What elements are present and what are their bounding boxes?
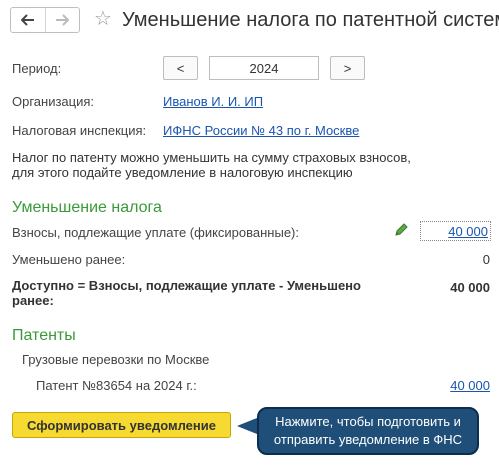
available-value: 40 000: [450, 280, 490, 295]
period-year-field[interactable]: 2024: [209, 56, 319, 80]
forward-button[interactable]: [44, 8, 80, 32]
reduced-label: Уменьшено ранее:: [12, 252, 126, 267]
star-icon[interactable]: ☆: [94, 6, 112, 32]
back-button[interactable]: [11, 8, 45, 32]
tax-office-link[interactable]: ИФНС России № 43 по г. Москве: [163, 123, 359, 138]
patent-group-label: Грузовые перевозки по Москве: [22, 352, 210, 367]
history-nav: [10, 7, 80, 33]
page-title: Уменьшение налога по патентной системе: [122, 9, 499, 31]
available-label-line-2: ранее:: [12, 293, 54, 308]
tooltip-line-2: отправить уведомление в ФНС: [273, 432, 463, 447]
reduced-value: 0: [482, 252, 490, 267]
create-notification-button[interactable]: Сформировать уведомление: [12, 412, 231, 438]
organization-label: Организация:: [12, 94, 95, 109]
patent-item-value[interactable]: 40 000: [450, 378, 490, 393]
arrow-right-icon: [56, 14, 70, 26]
tooltip-arrow: [237, 418, 257, 434]
arrow-left-icon: [20, 14, 34, 26]
hint-tooltip: Нажмите, чтобы подготовить и отправить у…: [257, 407, 479, 455]
reduction-heading: Уменьшение налога: [12, 199, 162, 216]
tax-office-label: Налоговая инспекция:: [12, 123, 147, 138]
contributions-value-box[interactable]: 40 000: [420, 221, 491, 241]
available-label-line-1: Доступно = Взносы, подлежащие уплате - У…: [12, 278, 361, 293]
contributions-value[interactable]: 40 000: [448, 224, 488, 239]
info-text-line-2: для этого подайте уведомление в налогову…: [12, 165, 353, 180]
contributions-label: Взносы, подлежащие уплате (фиксированные…: [12, 225, 299, 240]
patent-item-label: Патент №83654 на 2024 г.:: [36, 378, 197, 393]
pencil-icon[interactable]: [393, 222, 409, 238]
next-period-button[interactable]: >: [330, 56, 365, 80]
organization-link[interactable]: Иванов И. И. ИП: [163, 94, 263, 109]
info-text-line-1: Налог по патенту можно уменьшить на сумм…: [12, 150, 411, 165]
patents-heading: Патенты: [12, 327, 76, 344]
period-label: Период:: [12, 61, 62, 76]
tooltip-line-1: Нажмите, чтобы подготовить и: [275, 414, 461, 429]
prev-period-button[interactable]: <: [163, 56, 198, 80]
